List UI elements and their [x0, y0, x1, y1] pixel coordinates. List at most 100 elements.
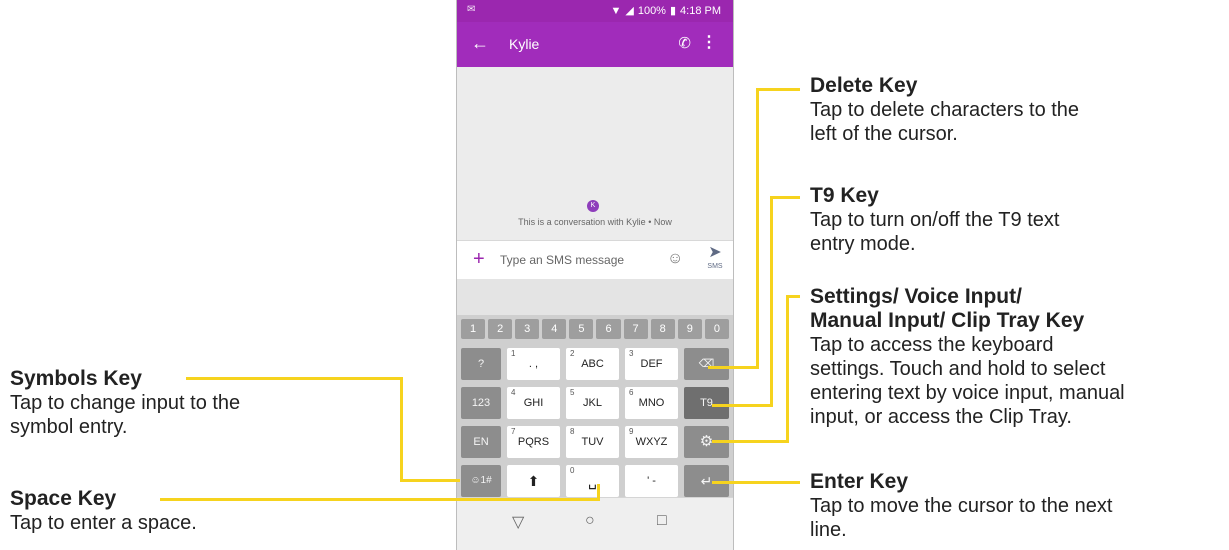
shift-key[interactable]: ⬆: [507, 465, 560, 497]
battery-percent: 100%: [637, 4, 666, 17]
key-sup: 6: [629, 388, 634, 397]
num-key-0[interactable]: 0: [704, 319, 729, 339]
phone-icon[interactable]: ✆: [678, 34, 691, 52]
callout-title: Settings/ Voice Input/: [810, 285, 1022, 308]
key-jkl[interactable]: 5 JKL: [566, 387, 619, 419]
key-ghi[interactable]: 4 GHI: [507, 387, 560, 419]
enter-icon: ↵: [700, 473, 713, 489]
conversation-area: K This is a conversation with Kylie • No…: [457, 67, 733, 240]
key-sup: 8: [570, 427, 575, 436]
key-label: . ,: [528, 358, 539, 370]
callout-title: Delete Key: [810, 74, 918, 97]
num-key-5[interactable]: 5: [569, 319, 594, 339]
callout-line: Tap to enter a space.: [10, 512, 197, 534]
more-vert-icon[interactable]: ⋮: [701, 32, 717, 52]
delete-key[interactable]: ⌫: [684, 348, 729, 380]
conversation-info: This is a conversation with Kylie • Now: [518, 217, 672, 227]
enter-callout: Enter Key Tap to move the cursor to the …: [810, 470, 1112, 542]
send-button[interactable]: ➤ SMS: [701, 243, 729, 270]
clock: 4:18 PM: [680, 4, 721, 17]
space-icon: ␣: [588, 473, 597, 489]
message-input[interactable]: Type an SMS message: [500, 253, 624, 267]
callout-line: Tap to change input to the: [10, 392, 241, 414]
back-arrow-icon[interactable]: ←: [471, 34, 489, 52]
key-sup: 2: [570, 349, 575, 358]
language-key[interactable]: EN: [461, 426, 501, 458]
back-triangle-icon[interactable]: ▽: [512, 512, 524, 532]
attach-plus-icon[interactable]: +: [473, 248, 485, 271]
num-key-2[interactable]: 2: [488, 319, 513, 339]
contact-name: Kylie: [509, 36, 540, 52]
symbols-callout-line: [400, 479, 460, 482]
symbols-callout-line: [400, 377, 403, 481]
key-label: TUV: [581, 436, 604, 448]
t9-callout-line: [770, 196, 800, 199]
num-key-6[interactable]: 6: [596, 319, 621, 339]
callout-line: entering text by voice input, manual: [810, 382, 1125, 404]
num-key-8[interactable]: 8: [650, 319, 675, 339]
symbols-key[interactable]: ☺1#: [461, 465, 501, 497]
space-key[interactable]: 0 ␣: [566, 465, 619, 497]
key-def[interactable]: 3 DEF: [625, 348, 678, 380]
key-sup: 7: [511, 427, 516, 436]
send-icon: ➤: [708, 244, 722, 261]
t9-key[interactable]: T9: [684, 387, 729, 419]
shift-icon: ⬆: [527, 473, 540, 489]
key-label: ABC: [581, 358, 604, 370]
key-punct[interactable]: 1 . ,: [507, 348, 560, 380]
delete-callout-line: [756, 88, 759, 368]
enter-callout-line: [712, 481, 800, 484]
callout-line: line.: [810, 519, 847, 541]
home-circle-icon[interactable]: ○: [585, 512, 595, 530]
key-sup: 3: [629, 349, 634, 358]
number-row: 1 2 3 4 5 6 7 8 9 0: [461, 319, 729, 339]
callout-line: symbol entry.: [10, 416, 128, 438]
key-pqrs[interactable]: 7 PQRS: [507, 426, 560, 458]
key-sup: 9: [629, 427, 634, 436]
settings-callout-line: [786, 295, 789, 443]
key-sup: 4: [511, 388, 516, 397]
phone-screen: ✉ ▼ ◢ 100% ▮ 4:18 PM ← Kylie ✆ ⋮ K This …: [456, 0, 734, 550]
key-label: GHI: [523, 397, 544, 409]
keyboard-gap: [457, 279, 733, 315]
callout-title: Symbols Key: [10, 367, 142, 390]
callout-line: Tap to delete characters to the: [810, 99, 1080, 121]
key-label: JKL: [583, 397, 602, 409]
key-abc[interactable]: 2 ABC: [566, 348, 619, 380]
key-123[interactable]: 123: [461, 387, 501, 419]
key-sup: 1: [511, 349, 516, 358]
callout-line: left of the cursor.: [810, 123, 958, 145]
num-key-7[interactable]: 7: [623, 319, 648, 339]
num-key-1[interactable]: 1: [461, 319, 486, 339]
battery-icon: ▮: [669, 5, 677, 17]
key-punct2[interactable]: ' -: [625, 465, 678, 497]
delete-callout-line: [756, 88, 800, 91]
key-sup: 0: [570, 466, 575, 475]
num-key-9[interactable]: 9: [677, 319, 702, 339]
key-wxyz[interactable]: 9 WXYZ: [625, 426, 678, 458]
space-callout-line: [597, 484, 600, 501]
emoji-icon[interactable]: ☺: [667, 250, 683, 268]
num-key-3[interactable]: 3: [515, 319, 540, 339]
avatar: K: [587, 200, 599, 212]
signal-icon: ◢: [625, 5, 634, 17]
callout-line: Tap to access the keyboard: [810, 334, 1054, 356]
key-label: WXYZ: [635, 436, 668, 448]
space-callout: Space Key Tap to enter a space.: [10, 487, 197, 535]
t9-callout-line: [712, 404, 773, 407]
callout-line: input, or access the Clip Tray.: [810, 406, 1072, 428]
recents-square-icon[interactable]: □: [657, 512, 667, 530]
t9-callout: T9 Key Tap to turn on/off the T9 text en…: [810, 184, 1059, 256]
status-bar: ✉ ▼ ◢ 100% ▮ 4:18 PM: [457, 0, 733, 22]
callout-title: T9 Key: [810, 184, 879, 207]
callout-title: Space Key: [10, 487, 117, 510]
question-key[interactable]: ?: [461, 348, 501, 380]
key-mno[interactable]: 6 MNO: [625, 387, 678, 419]
key-tuv[interactable]: 8 TUV: [566, 426, 619, 458]
space-callout-line: [160, 498, 600, 501]
callout-line: entry mode.: [810, 233, 916, 255]
keyboard: 1 2 3 4 5 6 7 8 9 0 ? 1 . , 2 ABC 3 DEF …: [457, 315, 733, 497]
settings-callout-line: [712, 440, 789, 443]
num-key-4[interactable]: 4: [542, 319, 567, 339]
delete-callout: Delete Key Tap to delete characters to t…: [810, 74, 1079, 146]
